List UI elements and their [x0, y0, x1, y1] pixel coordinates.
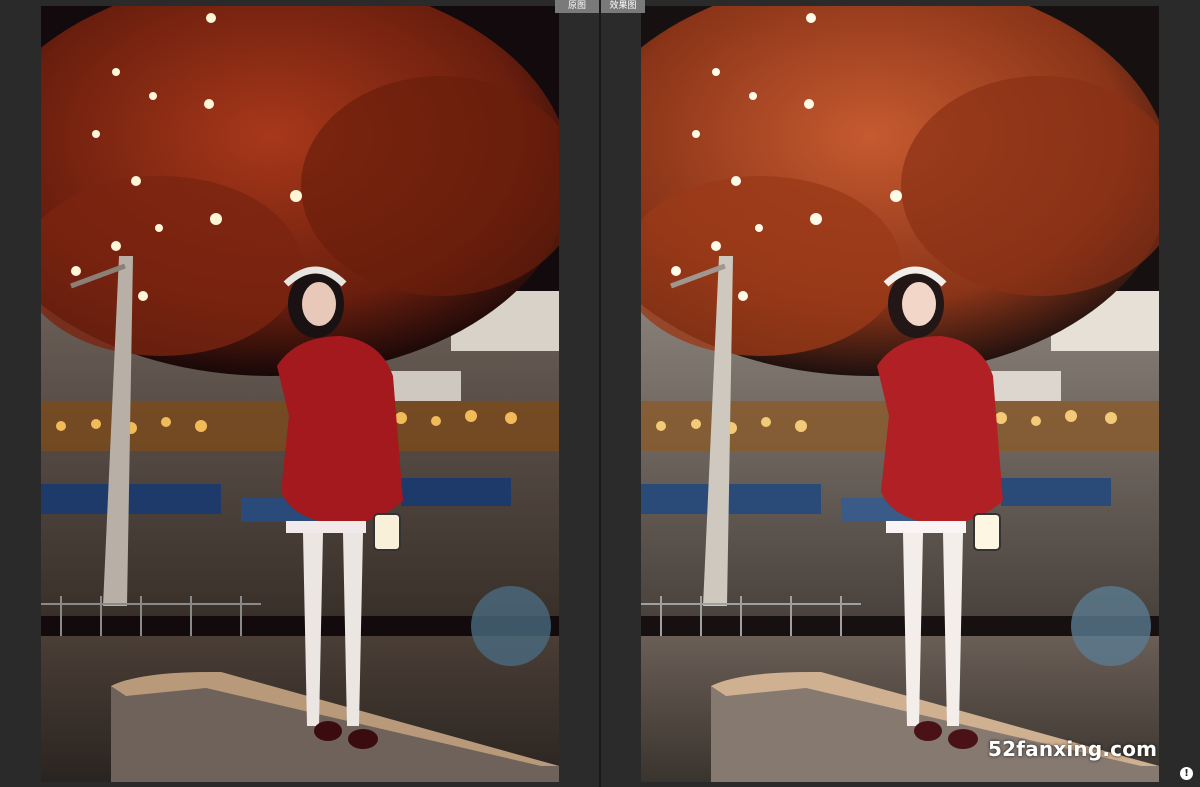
info-icon[interactable]: ! — [1180, 767, 1193, 780]
tab-original[interactable]: 原图 — [555, 0, 599, 13]
original-photo-panel — [41, 6, 559, 782]
divider-line[interactable] — [599, 0, 601, 787]
edited-photo-panel — [641, 6, 1159, 782]
compare-viewer: 原图 效果图 52fanxing.com ! — [0, 0, 1200, 787]
edited-photo — [641, 6, 1159, 782]
original-photo — [41, 6, 559, 782]
site-watermark: 52fanxing.com — [988, 737, 1158, 761]
tab-effect[interactable]: 效果图 — [601, 0, 645, 13]
